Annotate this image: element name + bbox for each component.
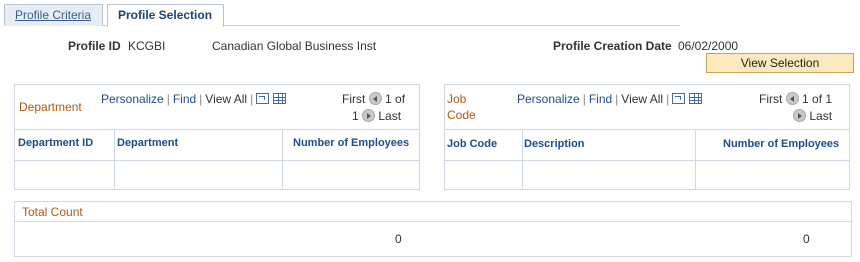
tab-profile-selection[interactable]: Profile Selection — [107, 4, 224, 27]
department-view-all-link[interactable]: View All — [205, 92, 247, 106]
department-find-link[interactable]: Find — [173, 92, 196, 106]
department-last-label: Last — [378, 109, 402, 123]
department-grid-title: Department — [19, 100, 82, 114]
jobcode-grid-pager: First 1 of 1 — [759, 92, 832, 106]
total-count-header: Total Count — [15, 202, 851, 222]
department-grid-pager: First 1 of — [342, 92, 405, 106]
jobcode-first-label: First — [759, 92, 783, 106]
next-icon[interactable] — [362, 109, 376, 122]
department-range-total: 1 — [352, 109, 359, 123]
download-grid-icon[interactable] — [688, 93, 702, 104]
department-grid: Department Personalize | Find | View All | Fi… — [14, 84, 420, 190]
profile-creation-date-value: 06/02/2000 — [678, 39, 739, 53]
department-range-label: 1 of — [385, 92, 406, 106]
jobcode-view-all-link[interactable]: View All — [621, 92, 663, 106]
profile-description: Canadian Global Business Inst — [212, 39, 377, 53]
department-personalize-link[interactable]: Personalize — [101, 92, 164, 106]
department-total-count: 0 — [395, 232, 402, 246]
table-row — [445, 161, 849, 189]
view-selection-button[interactable]: View Selection — [706, 53, 854, 73]
previous-icon[interactable] — [368, 92, 382, 105]
jobcode-grid: Job Code Personalize | Find | View All | Firs… — [444, 84, 850, 190]
profile-id-value: KCGBI — [128, 39, 166, 53]
next-icon[interactable] — [793, 109, 806, 122]
jobcode-personalize-link[interactable]: Personalize — [517, 92, 580, 106]
column-header-number-of-employees: Number of Employees — [723, 138, 840, 150]
column-header-job-code: Job Code — [447, 138, 498, 150]
header-top-divider — [445, 129, 849, 130]
jobcode-grid-title-line2: Code — [447, 108, 476, 122]
column-header-department: Department — [117, 137, 179, 149]
zoom-icon[interactable] — [256, 93, 270, 104]
department-first-label: First — [342, 92, 366, 106]
previous-icon[interactable] — [785, 92, 799, 105]
jobcode-grid-toolbar: Personalize | Find | View All | — [517, 92, 702, 106]
header-top-divider — [15, 129, 419, 130]
profile-creation-date-label: Profile Creation Date — [553, 39, 672, 53]
column-header-number-of-employees: Number of Employees — [293, 137, 410, 149]
column-header-department-id: Department ID — [18, 137, 94, 149]
zoom-icon[interactable] — [672, 93, 686, 104]
department-grid-pager-line2: 1 Last — [352, 109, 401, 123]
table-row — [15, 161, 419, 189]
download-grid-icon[interactable] — [272, 93, 286, 104]
jobcode-total-count: 0 — [803, 232, 810, 246]
column-header-description: Description — [524, 138, 585, 150]
jobcode-find-link[interactable]: Find — [589, 92, 612, 106]
jobcode-range-label: 1 of 1 — [802, 92, 833, 106]
tab-bar: Profile Criteria Profile Selection — [4, 4, 680, 27]
profile-id-label: Profile ID — [68, 39, 121, 53]
total-count-title: Total Count — [22, 205, 83, 219]
jobcode-last-label: Last — [809, 109, 833, 123]
total-count-panel: Total Count 0 0 — [14, 201, 852, 257]
department-grid-toolbar: Personalize | Find | View All | — [101, 92, 286, 106]
jobcode-grid-title-line1: Job — [447, 92, 467, 106]
jobcode-grid-pager-line2: Last — [793, 109, 832, 123]
tab-profile-criteria[interactable]: Profile Criteria — [4, 4, 103, 26]
